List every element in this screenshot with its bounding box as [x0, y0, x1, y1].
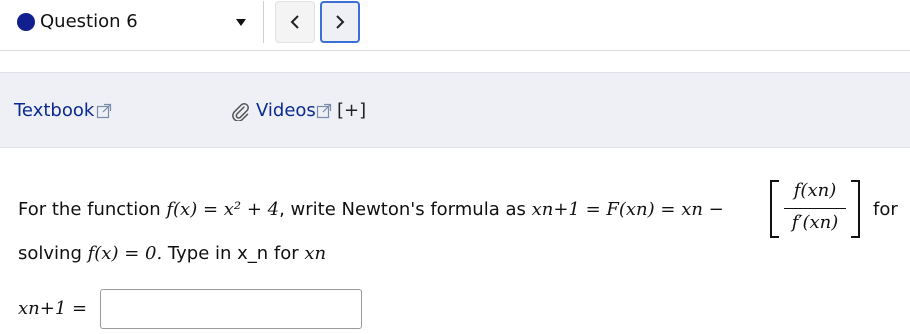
- top-divider: [0, 50, 910, 51]
- type-hint: Type in x_n for: [167, 243, 299, 264]
- fraction-numerator: f(xn): [793, 180, 837, 201]
- question-solving: solving: [18, 243, 82, 264]
- textbook-link[interactable]: Textbook: [14, 100, 94, 121]
- fraction-denominator: f′(xn): [791, 212, 839, 233]
- top-bar: Question 6: [0, 0, 910, 50]
- equation: f(x) = 0.: [87, 243, 163, 264]
- answer-input[interactable]: [100, 289, 362, 329]
- external-link-icon: [96, 103, 112, 119]
- expand-videos-button[interactable]: [+]: [337, 100, 366, 121]
- fraction-bar: [784, 208, 846, 209]
- question-status-dot: [17, 13, 35, 31]
- external-link-icon: [316, 103, 332, 119]
- right-bracket: [851, 180, 860, 238]
- answer-label: xn+1 =: [18, 298, 88, 319]
- question-intro: For the function: [18, 199, 161, 220]
- dropdown-caret-icon: [236, 19, 246, 26]
- question-line-2: solving f(x) = 0. Type in x_n for xn: [18, 243, 326, 264]
- chevron-right-icon: [336, 15, 345, 29]
- function-definition: f(x) = x² + 4: [166, 199, 280, 220]
- newton-fraction: f(xn) f′(xn): [770, 176, 860, 244]
- type-hint-variable: xn: [304, 243, 327, 264]
- paperclip-icon: [232, 102, 249, 121]
- newton-formula-lhs: xn+1 = F(xn) = xn −: [531, 199, 724, 220]
- question-select[interactable]: Question 6: [0, 1, 264, 43]
- resources-bar: Textbook Videos [+]: [0, 72, 910, 148]
- previous-question-button[interactable]: [275, 1, 315, 43]
- question-line-1: For the function f(x) = x² + 4, write Ne…: [18, 199, 724, 220]
- videos-link[interactable]: Videos: [256, 100, 316, 121]
- next-question-button[interactable]: [320, 1, 360, 43]
- question-label: Question 6: [40, 11, 138, 32]
- chevron-left-icon: [290, 15, 299, 29]
- question-mid: , write Newton's formula as: [279, 199, 526, 220]
- question-for-word: for: [873, 199, 898, 220]
